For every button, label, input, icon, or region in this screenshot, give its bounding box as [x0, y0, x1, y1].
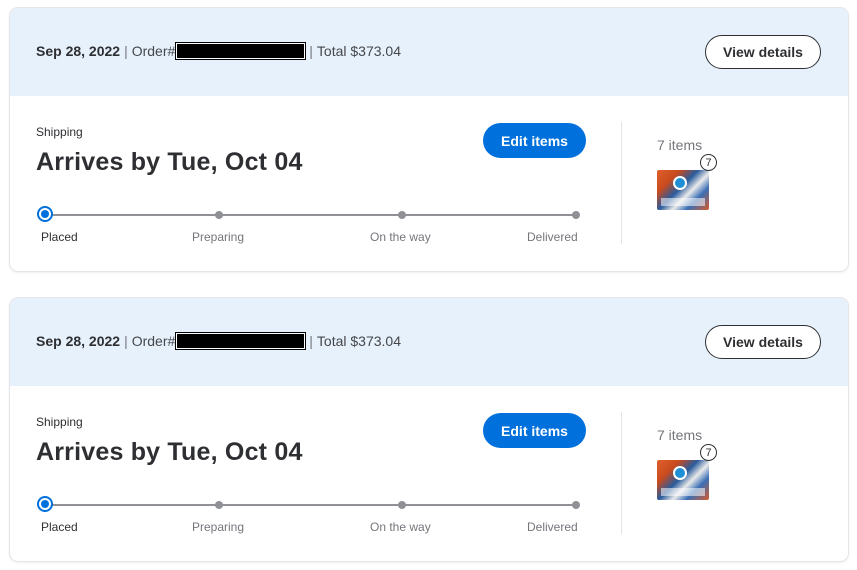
item-quantity-badge: 7 — [700, 444, 717, 461]
view-details-button[interactable]: View details — [705, 325, 821, 359]
order-number-label: Order# — [131, 333, 176, 349]
progress-step-preparing-marker — [215, 211, 223, 219]
progress-step-label: On the way — [370, 520, 431, 534]
vertical-divider — [621, 122, 622, 244]
separator: | — [124, 333, 128, 349]
order-number-label: Order# — [131, 43, 176, 59]
progress-track — [45, 504, 577, 506]
separator: | — [309, 43, 313, 59]
order-date: Sep 28, 2022 — [36, 333, 121, 349]
redacted-order-number — [175, 332, 307, 350]
order-card-header: Sep 28, 2022 | Order# | Total $373.04 Vi… — [10, 8, 848, 96]
shipping-label: Shipping — [36, 415, 83, 429]
order-summary-line: Sep 28, 2022 | Order# | Total $373.04 — [36, 332, 401, 350]
order-summary-line: Sep 28, 2022 | Order# | Total $373.04 — [36, 42, 401, 60]
progress-track — [45, 214, 577, 216]
order-date: Sep 28, 2022 — [36, 43, 121, 59]
view-details-button[interactable]: View details — [705, 35, 821, 69]
progress-step-delivered-marker — [572, 501, 580, 509]
progress-step-preparing-marker — [215, 501, 223, 509]
progress-step-label: Placed — [41, 520, 78, 534]
order-card: Sep 28, 2022 | Order# | Total $373.04 Vi… — [10, 8, 848, 271]
item-thumbnail-image[interactable] — [657, 460, 709, 500]
progress-step-placed-marker — [37, 206, 53, 222]
progress-step-delivered-marker — [572, 211, 580, 219]
progress-step-on-the-way-marker — [398, 501, 406, 509]
items-count: 7 items — [657, 137, 703, 153]
item-thumbnail-image[interactable] — [657, 170, 709, 210]
progress-step-label: Preparing — [192, 230, 245, 244]
progress-step-placed-marker — [37, 496, 53, 512]
edit-items-button[interactable]: Edit items — [483, 123, 586, 158]
arrival-date: Arrives by Tue, Oct 04 — [36, 148, 303, 176]
progress-step-label: Preparing — [192, 520, 245, 534]
arrival-date: Arrives by Tue, Oct 04 — [36, 438, 303, 466]
progress-step-label: Placed — [41, 230, 78, 244]
order-total: Total $373.04 — [316, 43, 401, 59]
shipping-label: Shipping — [36, 125, 83, 139]
order-total: Total $373.04 — [316, 333, 401, 349]
progress-step-on-the-way-marker — [398, 211, 406, 219]
item-quantity-badge: 7 — [700, 154, 717, 171]
redacted-order-number — [175, 42, 307, 60]
separator: | — [309, 333, 313, 349]
order-card: Sep 28, 2022 | Order# | Total $373.04 Vi… — [10, 298, 848, 561]
edit-items-button[interactable]: Edit items — [483, 413, 586, 448]
progress-step-label: On the way — [370, 230, 431, 244]
progress-step-label: Delivered — [527, 230, 578, 244]
progress-step-label: Delivered — [527, 520, 578, 534]
order-card-header: Sep 28, 2022 | Order# | Total $373.04 Vi… — [10, 298, 848, 386]
vertical-divider — [621, 412, 622, 534]
separator: | — [124, 43, 128, 59]
items-count: 7 items — [657, 427, 703, 443]
